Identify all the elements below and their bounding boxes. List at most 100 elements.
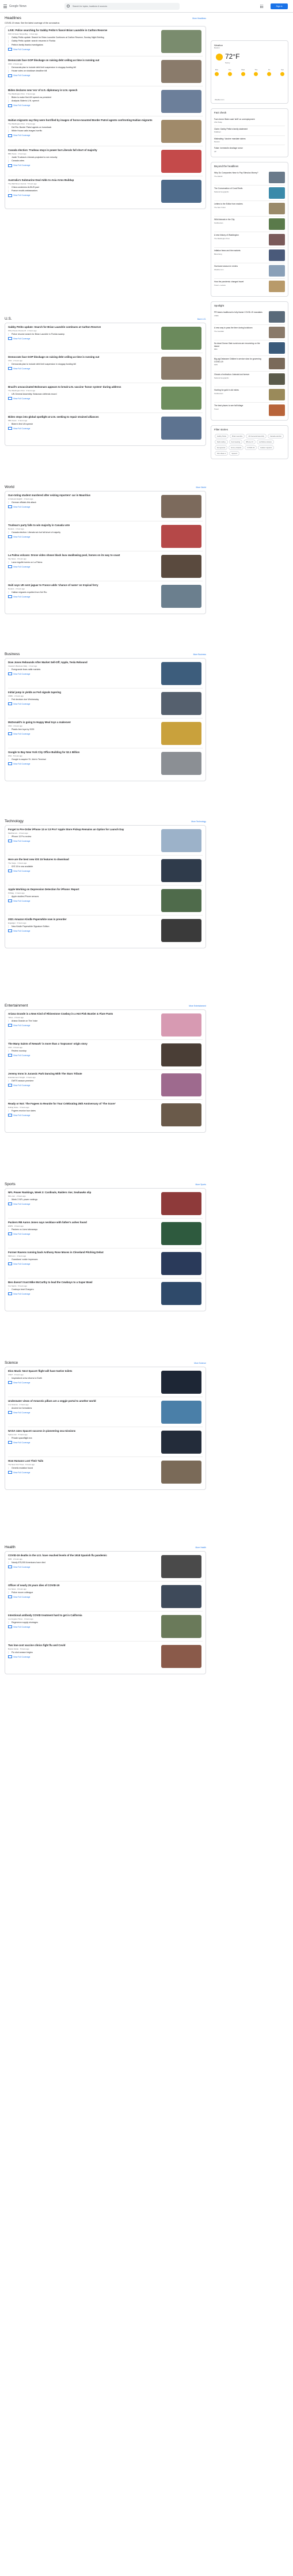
beyond-item[interactable]: Why Do Companies Have to Pay Stimulus Mo… <box>214 170 285 186</box>
story-thumbnail[interactable] <box>161 525 201 548</box>
story-thumbnail[interactable] <box>161 1615 201 1638</box>
filter-chip[interactable]: Evergrande <box>215 445 228 451</box>
more-link[interactable]: More Entertainment <box>189 1005 206 1007</box>
full-coverage-link[interactable]: View Full Coverage <box>8 929 30 932</box>
section-title[interactable]: Business <box>5 652 20 656</box>
beyond-item[interactable]: The Conservation of Coral Reefs National … <box>214 186 285 202</box>
story-thumbnail[interactable] <box>161 692 201 715</box>
full-coverage-link[interactable]: View Full Coverage <box>8 194 30 197</box>
story-thumbnail[interactable] <box>161 752 201 775</box>
sign-in-button[interactable]: Sign in <box>271 3 288 9</box>
covid-banner[interactable]: COVID-19 news: See the latest coverage o… <box>5 22 206 24</box>
weather-card[interactable]: Weather Reston 72°F Sunny Mon Tue Wed Thu Fr… <box>211 40 288 104</box>
spotlight-item[interactable]: Big pig Delaware Children's service slow… <box>214 356 285 372</box>
more-link[interactable]: More Technology <box>191 820 206 823</box>
filter-chip[interactable]: UN General Assembly <box>246 434 267 439</box>
full-coverage-link[interactable]: View Full Coverage <box>8 839 30 842</box>
full-coverage-link[interactable]: View Full Coverage <box>8 134 30 137</box>
story-thumbnail[interactable] <box>161 495 201 518</box>
beyond-item[interactable]: Hurricane season in review Weather.com <box>214 263 285 279</box>
filter-chip[interactable]: SpaceX <box>229 451 240 456</box>
story-thumbnail[interactable] <box>161 859 201 882</box>
section-title[interactable]: Technology <box>5 819 24 823</box>
filter-chip[interactable]: Fed meeting <box>229 440 243 445</box>
filter-chip[interactable]: Debt ceiling <box>215 440 228 445</box>
full-coverage-link[interactable]: View Full Coverage <box>8 1024 30 1027</box>
story-thumbnail[interactable] <box>161 30 201 53</box>
filter-chip[interactable]: Gabby Petito <box>215 434 229 439</box>
full-coverage-link[interactable]: View Full Coverage <box>8 1411 30 1414</box>
story-thumbnail[interactable] <box>161 417 201 440</box>
filter-chip[interactable]: Canada election <box>267 434 284 439</box>
beyond-item[interactable]: Letters to the Editor from readers The Ne… <box>214 201 285 217</box>
story-thumbnail[interactable] <box>161 1252 201 1275</box>
full-coverage-link[interactable]: View Full Coverage <box>8 595 30 598</box>
section-title[interactable]: Health <box>5 1545 16 1549</box>
story-thumbnail[interactable] <box>161 60 201 83</box>
full-coverage-link[interactable]: View Full Coverage <box>8 762 30 765</box>
full-coverage-link[interactable]: View Full Coverage <box>8 672 30 675</box>
section-title[interactable]: Sports <box>5 1182 16 1186</box>
story-thumbnail[interactable] <box>161 1431 201 1454</box>
story-thumbnail[interactable] <box>161 919 201 942</box>
full-coverage-link[interactable]: View Full Coverage <box>8 1262 30 1265</box>
story-thumbnail[interactable] <box>161 1371 201 1394</box>
story-thumbnail[interactable] <box>161 1103 201 1126</box>
spotlight-item[interactable]: No dead Ocean Gate survivors are recover… <box>214 341 285 357</box>
section-title[interactable]: World <box>5 485 14 489</box>
more-link[interactable]: More Health <box>196 1546 206 1549</box>
beyond-item[interactable]: Inflation fears and the markets Bloomberg <box>214 248 285 264</box>
story-thumbnail[interactable] <box>161 1043 201 1066</box>
full-coverage-link[interactable]: View Full Coverage <box>8 367 30 370</box>
section-title[interactable]: Science <box>5 1361 18 1365</box>
full-coverage-link[interactable]: View Full Coverage <box>8 1595 30 1598</box>
fact-check-item[interactable]: Claim: Gabby Petito's family statement Po… <box>214 126 285 136</box>
full-coverage-link[interactable]: View Full Coverage <box>8 1565 30 1568</box>
search-input[interactable]: Search for topics, locations & sources <box>64 3 180 10</box>
story-thumbnail[interactable] <box>161 1192 201 1215</box>
story-thumbnail[interactable] <box>161 387 201 410</box>
spotlight-item[interactable]: Ghosts of extinction: Animals lost forev… <box>214 372 285 388</box>
full-coverage-link[interactable]: View Full Coverage <box>8 337 30 340</box>
story-thumbnail[interactable] <box>161 1282 201 1305</box>
full-coverage-link[interactable]: View Full Coverage <box>8 1054 30 1057</box>
full-coverage-link[interactable]: View Full Coverage <box>8 1202 30 1205</box>
story-thumbnail[interactable] <box>161 1013 201 1037</box>
beyond-item[interactable]: A new history of Washington The Washingto… <box>214 232 285 248</box>
spotlight-item[interactable]: PR teams traditional to fully blame COVI… <box>214 309 285 326</box>
story-thumbnail[interactable] <box>161 327 201 350</box>
story-thumbnail[interactable] <box>161 662 201 685</box>
filter-chip[interactable]: NFL Week 2 <box>215 451 229 456</box>
fact-check-item[interactable]: False: Ivermectin shortage rumor AP <box>214 145 285 154</box>
filter-chip[interactable]: COVID-19 <box>245 445 257 451</box>
more-link[interactable]: More Sports <box>196 1183 206 1186</box>
apps-grid-icon[interactable] <box>260 5 264 8</box>
full-coverage-link[interactable]: View Full Coverage <box>8 1114 30 1117</box>
fact-check-item[interactable]: Fact check: Biden said 'shift' on unempl… <box>214 116 285 126</box>
section-title[interactable]: Entertainment <box>5 1004 28 1008</box>
full-coverage-link[interactable]: View Full Coverage <box>8 702 30 705</box>
full-coverage-link[interactable]: View Full Coverage <box>8 732 30 735</box>
full-coverage-link[interactable]: View Full Coverage <box>8 505 30 508</box>
full-coverage-link[interactable]: View Full Coverage <box>8 1625 30 1628</box>
filter-chip[interactable]: Emmy Awards <box>229 445 244 451</box>
app-logo[interactable]: Google News <box>9 5 26 8</box>
story-thumbnail[interactable] <box>161 829 201 852</box>
full-coverage-link[interactable]: View Full Coverage <box>8 164 30 167</box>
full-coverage-link[interactable]: View Full Coverage <box>8 48 30 51</box>
full-coverage-link[interactable]: View Full Coverage <box>8 869 30 872</box>
story-thumbnail[interactable] <box>161 1073 201 1096</box>
story-thumbnail[interactable] <box>161 722 201 745</box>
filter-chip[interactable]: Brian Laundrie <box>230 434 245 439</box>
story-thumbnail[interactable] <box>161 90 201 113</box>
menu-icon[interactable] <box>3 5 7 9</box>
story-thumbnail[interactable] <box>161 1555 201 1578</box>
full-coverage-link[interactable]: View Full Coverage <box>8 427 30 430</box>
filter-chip[interactable]: Haitian migrants <box>258 445 275 451</box>
search-icon[interactable] <box>67 5 70 7</box>
more-link[interactable]: More Science <box>194 1362 206 1364</box>
full-coverage-link[interactable]: View Full Coverage <box>8 565 30 568</box>
full-coverage-link[interactable]: View Full Coverage <box>8 899 30 902</box>
story-thumbnail[interactable] <box>161 357 201 380</box>
story-thumbnail[interactable] <box>161 1461 201 1484</box>
